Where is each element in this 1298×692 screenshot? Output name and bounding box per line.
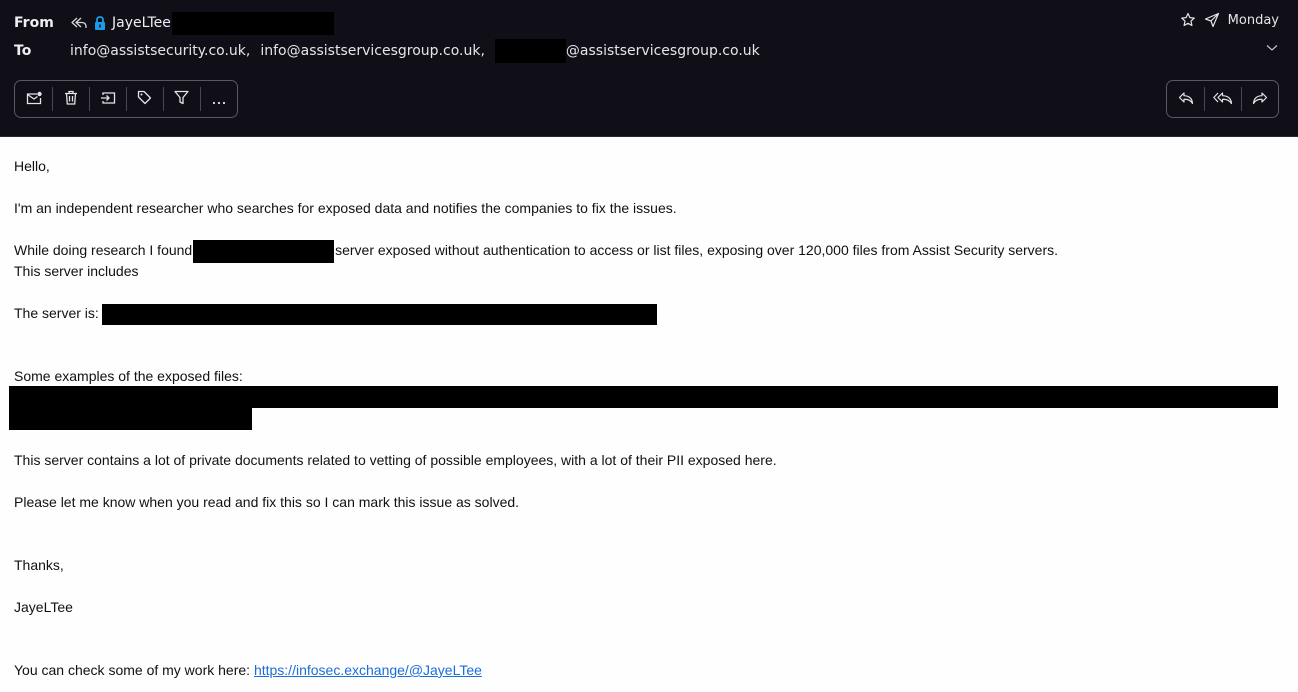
- replied-icon: [70, 16, 88, 30]
- server-line: The server is:: [14, 303, 657, 325]
- filter-button[interactable]: [163, 81, 200, 117]
- greeting: Hello,: [14, 158, 50, 174]
- tag-button[interactable]: [126, 81, 163, 117]
- server-label: The server is:: [14, 305, 103, 321]
- tag-icon: [137, 90, 152, 109]
- signature: JayeLTee: [14, 599, 73, 615]
- intro-paragraph: I'm an independent researcher who search…: [14, 200, 677, 216]
- header-meta: Monday: [1180, 12, 1279, 28]
- chevron-down-icon[interactable]: [1266, 44, 1278, 52]
- examples-label: Some examples of the exposed files:: [14, 368, 243, 384]
- redacted-sender-email: [171, 11, 334, 35]
- from-label: From: [14, 15, 54, 31]
- includes-line: This server includes: [14, 263, 139, 279]
- lock-icon: [94, 16, 106, 30]
- message-date: Monday: [1227, 12, 1279, 28]
- star-icon[interactable]: [1180, 12, 1196, 28]
- message-header: From JayeLTee To info@assistsecurity.co.…: [0, 0, 1298, 137]
- finding-prefix: While doing research I found: [14, 242, 197, 259]
- recipient-domain: @assistservicesgroup.co.uk: [565, 43, 760, 59]
- to-label: To: [14, 43, 32, 59]
- reply-icon: [1178, 90, 1194, 109]
- sender-name[interactable]: JayeLTee: [112, 15, 171, 31]
- delete-button[interactable]: [52, 81, 89, 117]
- finding-paragraph: While doing research I found server expo…: [14, 240, 1058, 263]
- to-row: To info@assistsecurity.co.uk, info@assis…: [14, 39, 770, 63]
- mark-unread-button[interactable]: [15, 81, 52, 117]
- mail-unread-icon: [26, 90, 42, 109]
- from-row: From JayeLTee: [14, 11, 334, 35]
- filter-icon: [174, 90, 189, 109]
- move-to-folder-icon: [100, 90, 116, 109]
- message-actions-toolbar: [14, 80, 238, 118]
- more-button[interactable]: [200, 81, 237, 117]
- finding-suffix: server exposed without authentication to…: [335, 242, 1059, 259]
- pii-paragraph: This server contains a lot of private do…: [14, 452, 777, 468]
- reply-all-button[interactable]: [1204, 81, 1241, 117]
- reply-all-icon: [1212, 90, 1233, 109]
- profile-link[interactable]: https://infosec.exchange/@JayeLTee: [254, 662, 482, 678]
- recipient[interactable]: @assistservicesgroup.co.uk: [494, 39, 770, 63]
- more-horizontal-icon: [212, 90, 226, 109]
- recipient[interactable]: info@assistsecurity.co.uk,: [70, 43, 250, 59]
- redacted-server-address: [101, 303, 657, 325]
- recipient[interactable]: info@assistservicesgroup.co.uk,: [260, 43, 485, 59]
- paper-plane-icon: [1204, 12, 1220, 28]
- redacted-service-name: [193, 240, 335, 263]
- forward-icon: [1252, 90, 1268, 109]
- work-line: You can check some of my work here: http…: [14, 660, 482, 681]
- forward-button[interactable]: [1241, 81, 1278, 117]
- request-paragraph: Please let me know when you read and fix…: [14, 494, 520, 510]
- reply-toolbar: [1166, 80, 1279, 118]
- trash-icon: [64, 90, 78, 109]
- closing: Thanks,: [14, 557, 64, 573]
- redacted-file-list: [9, 386, 1278, 408]
- move-button[interactable]: [89, 81, 126, 117]
- work-prefix: You can check some of my work here:: [14, 662, 254, 678]
- redacted-recipient-local-part: [494, 39, 566, 63]
- redacted-file-list-continued: [9, 408, 252, 430]
- reply-button[interactable]: [1167, 81, 1204, 117]
